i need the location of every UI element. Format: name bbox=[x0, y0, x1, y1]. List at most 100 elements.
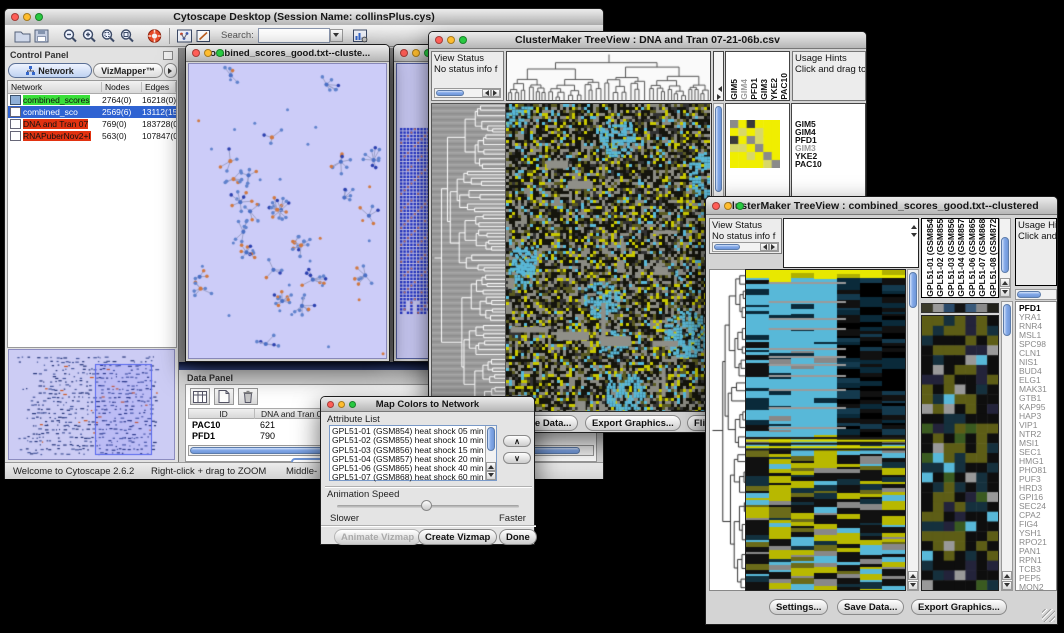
attribute-list-vscrollbar[interactable] bbox=[485, 426, 496, 480]
attribute-select-icon[interactable] bbox=[190, 388, 210, 405]
minimize-button[interactable] bbox=[447, 36, 455, 44]
gene-label[interactable]: MON2 bbox=[1019, 583, 1056, 591]
network-panel-icon[interactable] bbox=[175, 27, 194, 44]
zoom-in-icon[interactable] bbox=[80, 27, 99, 44]
zoom-button[interactable] bbox=[216, 49, 224, 57]
data-col-id[interactable]: ID bbox=[189, 409, 255, 419]
delete-attribute-icon[interactable] bbox=[238, 388, 258, 405]
column-header[interactable]: Network bbox=[8, 82, 102, 92]
tab-overflow-button[interactable] bbox=[164, 63, 177, 78]
search-dropdown-button[interactable] bbox=[330, 29, 343, 42]
attribute-list-item[interactable]: GPL51-06 (GSM865) heat shock 40 min bbox=[332, 464, 494, 473]
row-label[interactable]: PAC10 bbox=[795, 160, 865, 168]
vizmap-chart-icon[interactable] bbox=[351, 27, 370, 44]
close-button[interactable] bbox=[192, 49, 200, 57]
tv2-hints-hscrollbar[interactable] bbox=[1015, 289, 1057, 300]
network-row[interactable]: combined_scores 2764(0) 16218(0) bbox=[8, 94, 176, 106]
resize-grip[interactable] bbox=[1042, 609, 1055, 622]
zoom-selected-icon[interactable] bbox=[99, 27, 118, 44]
settings-button[interactable]: Settings... bbox=[769, 599, 828, 615]
save-data-button[interactable]: Save Data... bbox=[837, 599, 904, 615]
scroll-up-button[interactable] bbox=[1002, 571, 1012, 580]
attribute-list-item[interactable]: GPL51-03 (GSM856) heat shock 15 min bbox=[332, 446, 494, 455]
attribute-list-item[interactable]: GPL51-02 (GSM855) heat shock 10 min bbox=[332, 436, 494, 445]
new-attribute-icon[interactable] bbox=[214, 388, 234, 405]
scroll-up-button[interactable] bbox=[1000, 278, 1010, 287]
dialog-title-bar[interactable]: Map Colors to Network bbox=[321, 397, 534, 412]
open-session-icon[interactable] bbox=[13, 27, 32, 44]
column-label[interactable]: GPL51-08 (GSM872) bbox=[988, 218, 998, 297]
tv1-summary-heatmap[interactable] bbox=[730, 120, 780, 168]
scroll-thumb[interactable] bbox=[714, 244, 740, 250]
scroll-thumb[interactable] bbox=[1001, 237, 1009, 273]
scroll-thumb[interactable] bbox=[487, 427, 495, 451]
treeview1-title-bar[interactable]: ClusterMaker TreeView : DNA and Tran 07-… bbox=[429, 32, 866, 49]
network1-canvas[interactable] bbox=[189, 64, 386, 358]
scroll-thumb[interactable] bbox=[1003, 304, 1011, 336]
help-lifering-icon[interactable] bbox=[145, 27, 164, 44]
minimize-button[interactable] bbox=[724, 202, 732, 210]
tv1-heatmap[interactable] bbox=[506, 104, 710, 411]
scroll-down-button[interactable] bbox=[1000, 288, 1010, 297]
animate-vizmap-button[interactable]: Animate Vizmap bbox=[334, 529, 421, 545]
column-label[interactable]: GPL51-06 (GSM865) bbox=[967, 218, 977, 297]
minimize-button[interactable] bbox=[412, 49, 420, 57]
scroll-left-button[interactable] bbox=[760, 243, 769, 251]
tv1-array-dendrogram[interactable] bbox=[507, 52, 710, 100]
zoom-button[interactable] bbox=[736, 202, 744, 210]
attribute-list-item[interactable]: GPL51-04 (GSM857) heat shock 20 min bbox=[332, 455, 494, 464]
column-label[interactable]: GPL51-02 (GSM855) bbox=[935, 218, 945, 297]
close-button[interactable] bbox=[712, 202, 720, 210]
close-button[interactable] bbox=[11, 13, 19, 21]
close-button[interactable] bbox=[327, 401, 334, 408]
tv1-mini-scroll-strip[interactable] bbox=[713, 51, 724, 101]
column-header[interactable]: Edges bbox=[142, 82, 176, 92]
tab-vizmapper[interactable]: VizMapper™ bbox=[93, 63, 163, 78]
scroll-down-button[interactable] bbox=[1002, 581, 1012, 590]
export-graphics-button[interactable]: Export Graphics... bbox=[585, 415, 681, 431]
move-down-button[interactable]: ∨ bbox=[503, 452, 531, 464]
network1-title-bar[interactable]: combined_scores_good.txt--cluste... bbox=[186, 45, 389, 62]
treeview2-title-bar[interactable]: ClusterMaker TreeView : combined_scores_… bbox=[706, 197, 1057, 215]
column-label[interactable]: GIM4 bbox=[739, 79, 749, 100]
attribute-list-item[interactable]: GPL51-01 (GSM854) heat shock 05 min bbox=[332, 427, 494, 436]
attribute-list-item[interactable]: GPL51-07 (GSM868) heat shock 60 min bbox=[332, 473, 494, 482]
column-label[interactable]: GPL51-04 (GSM857) bbox=[956, 218, 966, 297]
zoom-button[interactable] bbox=[459, 36, 467, 44]
save-session-icon[interactable] bbox=[32, 27, 51, 44]
close-button[interactable] bbox=[400, 49, 408, 57]
network-row[interactable]: RNAPuberNov2+I 563(0) 107847(0) bbox=[8, 130, 176, 142]
column-label[interactable]: GIM3 bbox=[759, 79, 769, 100]
column-label[interactable]: YKE2 bbox=[769, 78, 779, 100]
tv1-gene-dendrogram[interactable] bbox=[432, 104, 505, 411]
scroll-thumb[interactable] bbox=[1017, 291, 1041, 298]
tv1-status-hscrollbar[interactable] bbox=[434, 88, 501, 98]
tv2-vscrollbar[interactable] bbox=[907, 269, 919, 591]
annotation-icon[interactable] bbox=[194, 27, 213, 44]
export-graphics-button[interactable]: Export Graphics... bbox=[911, 599, 1007, 615]
tv2-status-hscrollbar[interactable] bbox=[712, 242, 779, 252]
tv2-labels-vscrollbar[interactable] bbox=[999, 218, 1011, 298]
scroll-thumb[interactable] bbox=[715, 106, 722, 192]
move-up-button[interactable]: ∧ bbox=[503, 435, 531, 447]
create-vizmap-button[interactable]: Create Vizmap bbox=[418, 529, 497, 545]
column-label[interactable]: GPL51-07 (GSM868) bbox=[977, 218, 987, 297]
column-label[interactable]: PAC10 bbox=[779, 73, 789, 100]
done-button[interactable]: Done bbox=[499, 529, 537, 545]
float-panel-icon[interactable] bbox=[163, 51, 173, 60]
network-overview-canvas[interactable] bbox=[9, 350, 174, 459]
scroll-up-button[interactable] bbox=[908, 571, 918, 580]
column-label[interactable]: PFD1 bbox=[749, 78, 759, 100]
main-title-bar[interactable]: Cytoscape Desktop (Session Name: collins… bbox=[5, 9, 603, 26]
scroll-thumb[interactable] bbox=[909, 272, 917, 308]
minimize-button[interactable] bbox=[23, 13, 31, 21]
scroll-up-button[interactable] bbox=[486, 462, 496, 471]
scroll-down-button[interactable] bbox=[908, 581, 918, 590]
tv2-gene-dendrogram[interactable] bbox=[710, 270, 745, 590]
scroll-right-button[interactable] bbox=[769, 243, 778, 251]
scroll-right-button[interactable] bbox=[491, 89, 500, 97]
close-button[interactable] bbox=[435, 36, 443, 44]
tv2-heatmap[interactable] bbox=[746, 270, 905, 590]
scroll-down-button[interactable] bbox=[486, 471, 496, 480]
network-row[interactable]: DNA and Tran 07 769(0) 183728(0) bbox=[8, 118, 176, 130]
